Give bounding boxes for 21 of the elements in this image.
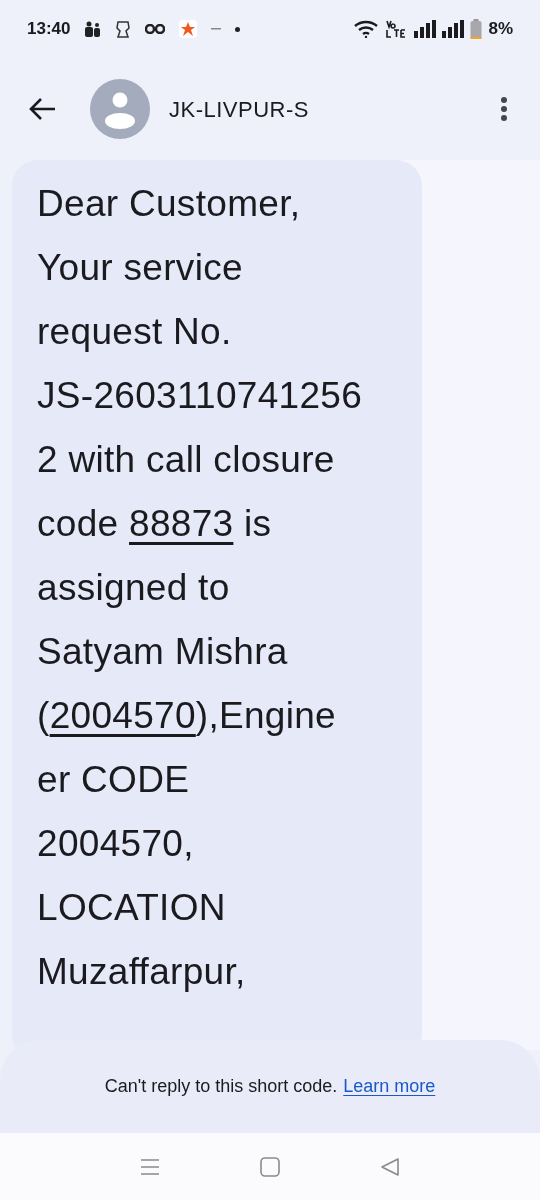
- contact-name: JK-LIVPUR-S: [169, 95, 309, 124]
- learn-more-link[interactable]: Learn more: [343, 1073, 436, 1100]
- sticker-icon: [115, 20, 132, 38]
- avatar-icon: [90, 79, 150, 139]
- dot-icon: [235, 26, 241, 32]
- reply-notice: Can't reply to this short code.: [104, 1075, 338, 1098]
- glasses-icon: [145, 24, 166, 34]
- more-options-icon[interactable]: [500, 96, 508, 122]
- star-app-icon: [179, 20, 198, 38]
- back-nav-icon[interactable]: [380, 1156, 400, 1177]
- code-link[interactable]: 88873: [129, 503, 234, 544]
- people-icon: [84, 21, 102, 37]
- status-time: 13:40: [27, 18, 71, 41]
- battery-icon: [470, 19, 483, 39]
- signal-icon: [442, 20, 465, 38]
- message-text: Dear Customer, Your service request No. JS-2603110741256 2 with call closure code 88873 is assigned to Satyam Mishra (2004570),Engine er CODE 2004570, LOCATION Muzaffarpur,: [37, 182, 364, 994]
- signal-icon: [414, 20, 437, 38]
- dash-icon: [211, 27, 222, 31]
- code-link[interactable]: 2004570: [49, 695, 196, 736]
- battery-percent: 8%: [488, 18, 513, 41]
- home-icon[interactable]: [260, 1156, 280, 1177]
